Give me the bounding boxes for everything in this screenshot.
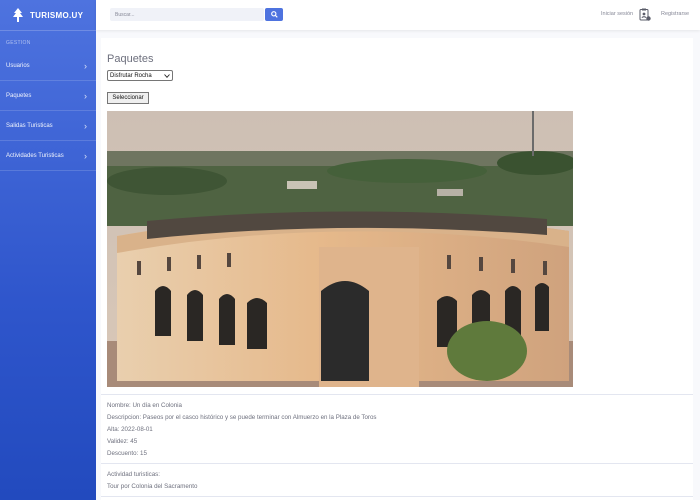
divider [101,463,693,464]
package-validez: Validez: 45 [107,438,138,445]
sidebar-item-salidas[interactable]: Salidas Turisticas › [0,111,96,141]
package-alta: Alta: 2022-08-01 [107,426,153,433]
main-content: Paquetes Disfrutar Rocha Seleccionar Nom… [101,38,693,500]
chevron-right-icon: › [84,60,87,71]
register-link[interactable]: Registrarse [661,11,689,17]
divider [101,394,693,395]
select-button[interactable]: Seleccionar [107,92,149,104]
chevron-right-icon: › [84,90,87,101]
sidebar-item-actividades[interactable]: Actividades Turisticas › [0,141,96,171]
chevron-right-icon: › [84,150,87,161]
search-icon [270,11,278,18]
divider [101,496,693,497]
sidebar-item-label: Salidas Turisticas [6,122,53,129]
package-name: Nombre: Un día en Colonia [107,402,182,409]
sidebar-item-label: Usuarios [6,62,30,69]
search-button[interactable] [265,8,283,21]
sidebar-item-paquetes[interactable]: Paquetes › [0,81,96,111]
package-select[interactable]: Disfrutar Rocha [107,70,173,81]
package-descuento: Descuento: 15 [107,450,147,457]
search-placeholder: Buscar... [115,11,135,18]
brand-name: TURISMO.UY [30,10,84,20]
sidebar: TURISMO.UY GESTION Usuarios › Paquetes ›… [0,0,96,500]
chevron-right-icon: › [84,120,87,131]
activities-label: Actividad turisticas: [107,471,160,478]
login-link[interactable]: Iniciar sesión [601,11,633,17]
sidebar-section-title: GESTION [6,40,31,46]
brand[interactable]: TURISMO.UY [0,0,96,31]
tree-icon [13,8,23,22]
search-input[interactable]: Buscar... [110,8,264,21]
package-photo [107,111,573,387]
clipboard-user-icon[interactable] [639,8,651,21]
package-select-value: Disfrutar Rocha [110,72,152,79]
page-title: Paquetes [107,53,154,65]
activity-item: Tour por Colonia del Sacramento [107,483,198,490]
package-description: Descripcion: Paseos por el casco históri… [107,414,377,421]
topbar: Buscar... Iniciar sesión Registrarse [96,0,700,30]
sidebar-item-label: Paquetes [6,92,32,99]
sidebar-item-label: Actividades Turisticas [6,152,64,159]
sidebar-item-usuarios[interactable]: Usuarios › [0,51,96,81]
chevron-down-icon [164,73,170,78]
